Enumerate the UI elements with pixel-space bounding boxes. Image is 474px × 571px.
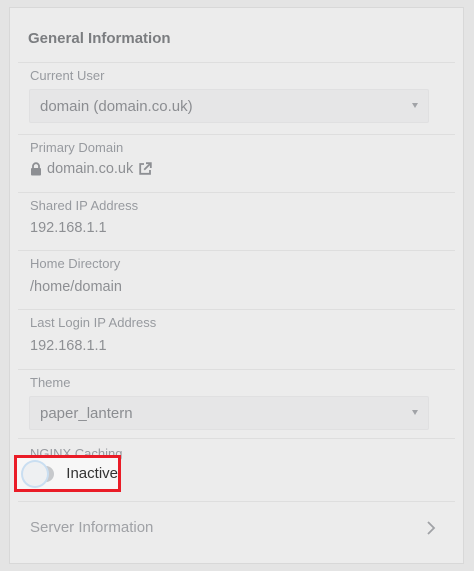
divider	[18, 369, 455, 370]
caret-down-icon	[412, 410, 418, 415]
chevron-right-icon[interactable]	[426, 520, 436, 536]
shared-ip-value: 192.168.1.1	[30, 220, 107, 236]
external-link-icon[interactable]	[138, 162, 152, 176]
current-user-label: Current User	[30, 68, 105, 83]
last-login-ip-label: Last Login IP Address	[30, 315, 157, 330]
caret-down-icon	[412, 103, 418, 108]
theme-label: Theme	[30, 375, 71, 390]
shared-ip-label: Shared IP Address	[30, 198, 139, 213]
theme-value: paper_lantern	[40, 404, 133, 422]
home-directory-label: Home Directory	[30, 256, 121, 271]
last-login-ip-value: 192.168.1.1	[30, 338, 107, 354]
current-user-value: domain (domain.co.uk)	[40, 97, 193, 115]
divider	[18, 192, 455, 193]
panel-title: General Information	[28, 30, 171, 47]
nginx-caching-status: Inactive	[66, 465, 118, 482]
divider	[18, 309, 455, 310]
primary-domain-link[interactable]: domain.co.uk	[47, 161, 133, 177]
divider	[18, 134, 455, 135]
current-user-select[interactable]: domain (domain.co.uk)	[29, 89, 429, 123]
primary-domain-row: domain.co.uk	[30, 161, 152, 177]
divider	[18, 250, 455, 251]
primary-domain-label: Primary Domain	[30, 140, 124, 155]
server-information-row[interactable]: Server Information	[30, 519, 153, 536]
theme-select[interactable]: paper_lantern	[29, 396, 429, 430]
toggle-knob[interactable]	[23, 461, 47, 486]
divider	[18, 438, 455, 439]
divider	[18, 501, 455, 502]
home-directory-value: /home/domain	[30, 279, 122, 295]
lock-icon	[31, 162, 41, 176]
nginx-caching-toggle[interactable]	[23, 461, 55, 486]
nginx-caching-highlight: Inactive	[14, 455, 121, 492]
divider	[18, 62, 455, 63]
